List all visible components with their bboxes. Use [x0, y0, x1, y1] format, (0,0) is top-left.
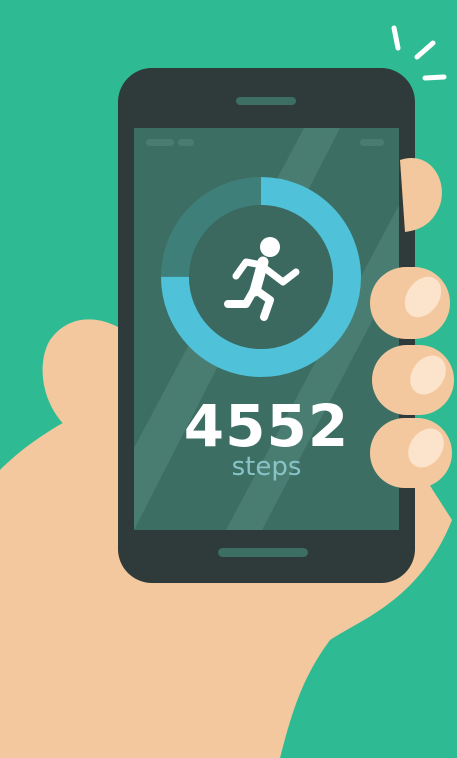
status-bar-right [360, 139, 384, 146]
phone-speaker [236, 97, 296, 105]
status-bar-left [146, 139, 174, 146]
phone-home-button[interactable] [218, 548, 308, 557]
status-bar-left [178, 139, 194, 146]
illustration [0, 0, 457, 758]
